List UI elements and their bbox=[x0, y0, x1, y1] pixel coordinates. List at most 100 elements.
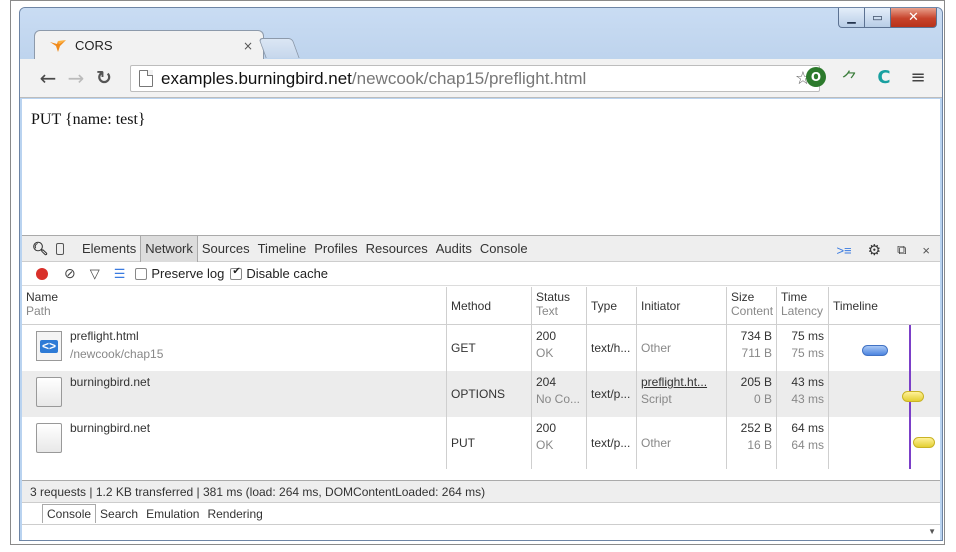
timeline-bar[interactable] bbox=[913, 437, 935, 448]
dock-icon[interactable]: ⧉ bbox=[897, 242, 906, 258]
show-console-icon[interactable]: >≡ bbox=[836, 243, 851, 258]
blank-file-icon bbox=[36, 377, 62, 407]
devtools-tabbar: 🔍︎ Elements Network Sources Timeline Pro… bbox=[22, 235, 940, 262]
tab-sources[interactable]: Sources bbox=[198, 236, 254, 262]
network-table: Name Path Method Status Text Type Initiato… bbox=[22, 287, 940, 481]
back-arrow-icon[interactable]: ← bbox=[34, 66, 62, 90]
tab-elements[interactable]: Elements bbox=[78, 236, 140, 262]
drawer-tab-emulation[interactable]: Emulation bbox=[142, 505, 203, 523]
name-cell: <> preflight.html /newcook/chap15 bbox=[22, 325, 447, 371]
large-rows-icon[interactable]: ☰ bbox=[114, 266, 126, 282]
minimize-button[interactable]: ▁ bbox=[838, 8, 865, 28]
extension-o-icon[interactable]: O bbox=[806, 67, 826, 87]
forward-arrow-icon[interactable]: → bbox=[62, 66, 90, 90]
header-timeline[interactable]: Timeline bbox=[829, 287, 940, 324]
status-cell: 204 No Co... bbox=[532, 371, 587, 417]
request-time: 43 ms bbox=[791, 375, 824, 389]
drawer-tab-search[interactable]: Search bbox=[96, 505, 142, 523]
size-cell: 205 B 0 B bbox=[727, 371, 777, 417]
tab-audits[interactable]: Audits bbox=[432, 236, 476, 262]
header-method[interactable]: Method bbox=[447, 287, 532, 324]
status-text: OK bbox=[536, 346, 554, 360]
header-name-label: Name bbox=[26, 290, 59, 304]
tab-profiles[interactable]: Profiles bbox=[310, 236, 361, 262]
table-row[interactable]: burningbird.net PUT 200 OK text/p... Othe… bbox=[22, 417, 940, 469]
header-status-label: Status bbox=[536, 290, 571, 304]
page-viewport: PUT {name: test} bbox=[22, 99, 940, 235]
status-code: 200 bbox=[536, 421, 557, 435]
disable-cache-checkbox[interactable] bbox=[230, 266, 243, 280]
request-method: GET bbox=[451, 341, 476, 355]
close-devtools-icon[interactable]: × bbox=[922, 243, 930, 258]
request-method: OPTIONS bbox=[451, 387, 506, 401]
initiator-type: Script bbox=[641, 392, 672, 406]
header-time[interactable]: Time Latency bbox=[777, 287, 829, 324]
extension-curl-icon[interactable]: ⺈ bbox=[840, 67, 860, 90]
filter-icon[interactable]: ▽ bbox=[90, 266, 100, 282]
header-type[interactable]: Type bbox=[587, 287, 637, 324]
timeline-bar[interactable] bbox=[862, 345, 888, 356]
browser-tab-cors[interactable]: CORS × bbox=[34, 30, 264, 60]
status-text: OK bbox=[536, 438, 554, 452]
drawer-tab-rendering[interactable]: Rendering bbox=[203, 505, 266, 523]
clear-icon[interactable]: ⊘ bbox=[64, 265, 76, 282]
blank-file-icon bbox=[36, 423, 62, 453]
method-cell: PUT bbox=[447, 417, 532, 469]
summary-text: 3 requests | 1.2 KB transferred | 381 ms… bbox=[30, 484, 486, 499]
maximize-button[interactable]: ▭ bbox=[865, 8, 891, 28]
extension-c-icon[interactable]: C bbox=[874, 67, 894, 88]
request-size: 734 B bbox=[740, 329, 772, 343]
table-row[interactable]: burningbird.net OPTIONS 204 No Co... text… bbox=[22, 371, 940, 417]
name-cell: burningbird.net bbox=[22, 417, 447, 469]
preserve-log-checkbox[interactable] bbox=[135, 267, 148, 280]
html-file-icon: <> bbox=[36, 331, 62, 361]
request-initiator: Other bbox=[641, 436, 672, 450]
window-controls: ▁ ▭ ✕ bbox=[838, 8, 937, 28]
tab-resources[interactable]: Resources bbox=[362, 236, 432, 262]
preserve-log-label: Preserve log bbox=[151, 266, 225, 281]
header-initiator-label: Initiator bbox=[641, 298, 681, 313]
timeline-bar[interactable] bbox=[902, 391, 924, 402]
header-latency-label: Latency bbox=[781, 304, 824, 318]
header-type-label: Type bbox=[591, 298, 618, 313]
header-status[interactable]: Status Text bbox=[532, 287, 587, 324]
header-time-label: Time bbox=[781, 290, 808, 304]
header-method-label: Method bbox=[451, 298, 492, 313]
new-tab-button[interactable] bbox=[258, 38, 300, 58]
disable-cache-label: Disable cache bbox=[246, 266, 329, 281]
menu-icon[interactable]: ≡ bbox=[908, 67, 928, 88]
gear-icon[interactable]: ⚙ bbox=[868, 241, 881, 259]
close-window-button[interactable]: ✕ bbox=[891, 8, 937, 28]
header-text-label: Text bbox=[536, 304, 559, 318]
status-code: 204 bbox=[536, 375, 557, 389]
bird-favicon-icon bbox=[50, 39, 66, 52]
header-size[interactable]: Size Content bbox=[727, 287, 777, 324]
request-path: /newcook/chap15 bbox=[70, 347, 164, 361]
status-cell: 200 OK bbox=[532, 417, 587, 469]
type-cell: text/h... bbox=[587, 325, 637, 371]
reload-icon[interactable]: ↻ bbox=[90, 67, 118, 89]
address-bar[interactable]: examples.burningbird.net/newcook/chap15/… bbox=[130, 65, 820, 92]
url-path: /newcook/chap15/preflight.html bbox=[351, 68, 587, 88]
initiator-link[interactable]: preflight.ht... bbox=[641, 375, 722, 389]
header-initiator[interactable]: Initiator bbox=[637, 287, 727, 324]
tab-timeline[interactable]: Timeline bbox=[254, 236, 311, 262]
tab-console[interactable]: Console bbox=[476, 236, 532, 262]
initiator-cell: Other bbox=[637, 417, 727, 469]
record-icon[interactable] bbox=[36, 267, 48, 280]
devtools-right-controls: >≡ ⚙ ⧉ × bbox=[836, 241, 930, 259]
request-latency: 64 ms bbox=[791, 438, 824, 452]
header-size-label: Size bbox=[731, 290, 755, 304]
url-text[interactable]: examples.burningbird.net/newcook/chap15/… bbox=[161, 69, 586, 89]
tab-close-icon[interactable]: × bbox=[243, 39, 253, 53]
drawer-tab-console[interactable]: Console bbox=[42, 504, 97, 523]
header-name[interactable]: Name Path bbox=[22, 287, 447, 324]
device-mode-icon[interactable] bbox=[56, 242, 64, 255]
table-row[interactable]: <> preflight.html /newcook/chap15 GET 20… bbox=[22, 325, 940, 371]
inspect-search-icon[interactable]: 🔍︎ bbox=[32, 241, 50, 257]
request-name: burningbird.net bbox=[70, 375, 151, 389]
scroll-down-icon[interactable]: ▼ bbox=[928, 527, 936, 536]
page-icon bbox=[139, 70, 153, 87]
type-cell: text/p... bbox=[587, 417, 637, 469]
tab-network[interactable]: Network bbox=[140, 235, 198, 262]
